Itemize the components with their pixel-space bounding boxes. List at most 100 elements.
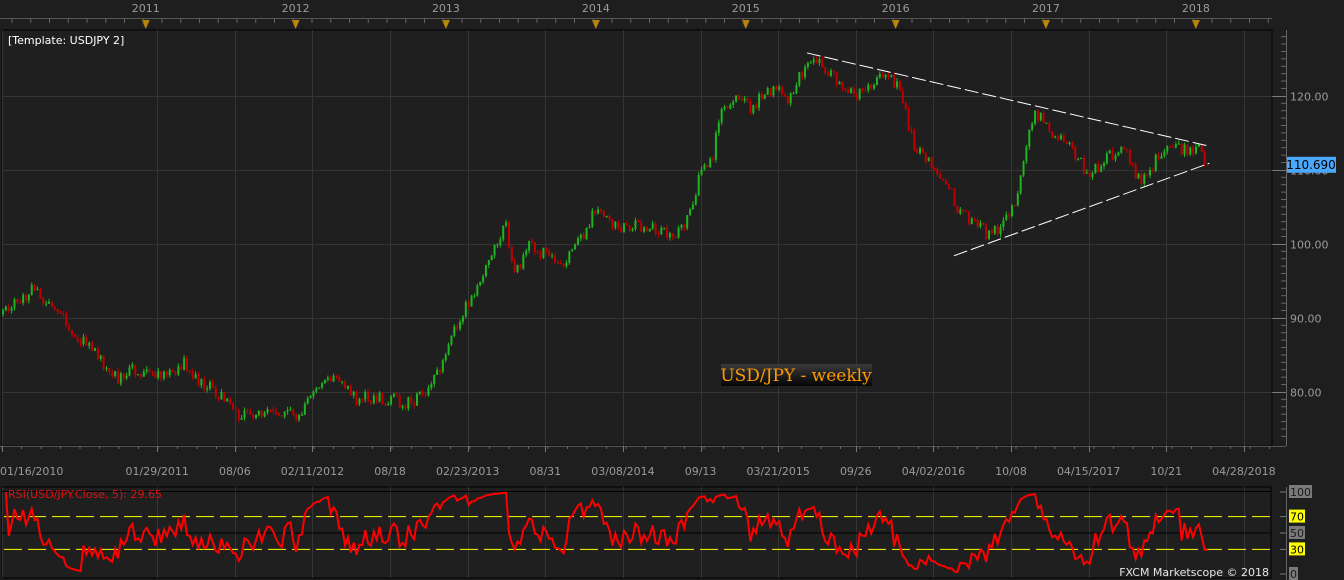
rsi-tick-label: 100: [1290, 486, 1311, 499]
candle-body: [844, 88, 847, 90]
candle-body: [809, 62, 812, 64]
candle-body: [280, 415, 283, 417]
year-label: 2018: [1182, 2, 1210, 15]
candle-body: [395, 393, 398, 396]
candle-body: [536, 251, 539, 253]
candle-body: [1034, 110, 1037, 124]
candle-body: [433, 374, 436, 385]
candle-body: [671, 233, 674, 237]
candle-body: [1077, 158, 1080, 160]
candle-body: [272, 409, 275, 412]
candle-body: [13, 299, 16, 308]
candle-body: [1134, 164, 1137, 179]
candle-body: [965, 211, 968, 213]
candle-body: [1140, 173, 1143, 184]
candle-body: [1088, 172, 1091, 177]
chart-title-box: USD/JPY - weekly: [720, 364, 872, 386]
candle-body: [450, 335, 453, 345]
candle-body: [539, 252, 542, 258]
candle-body: [401, 405, 404, 408]
candle: [697, 171, 700, 197]
candle-body: [269, 409, 272, 411]
candle-body: [893, 75, 896, 88]
candle-body: [677, 227, 680, 238]
candle-body: [720, 108, 723, 123]
candle-body: [309, 395, 312, 399]
candle-body: [91, 342, 94, 351]
candle: [476, 283, 479, 297]
candle-body: [737, 95, 740, 100]
candle: [226, 398, 229, 402]
candle-body: [709, 158, 712, 167]
candle-body: [680, 224, 683, 228]
candle-body: [1097, 164, 1100, 172]
candle-body: [1085, 172, 1088, 174]
candle-body: [525, 250, 528, 255]
candle-body: [700, 169, 703, 175]
price-chart[interactable]: 2011 2012 2013 2014 2015 2016 2017 2018 [Templa…: [0, 0, 1344, 580]
candle-body: [755, 105, 758, 108]
candle: [542, 247, 545, 259]
candle-body: [157, 371, 160, 378]
candle-body: [1149, 170, 1152, 176]
candle-body: [231, 403, 234, 409]
candle-body: [283, 411, 286, 417]
candle: [956, 205, 959, 214]
candle: [1034, 110, 1037, 126]
candle-body: [70, 330, 73, 335]
candle-body: [502, 225, 505, 240]
candle-body: [1002, 220, 1005, 228]
candle: [927, 157, 930, 162]
candle-body: [660, 228, 663, 235]
candle-body: [829, 70, 832, 76]
candle-body: [1013, 205, 1016, 207]
candle: [381, 392, 384, 405]
candle: [1123, 146, 1126, 150]
year-label: 2017: [1032, 2, 1060, 15]
candle-body: [125, 375, 128, 379]
candle-body: [364, 392, 367, 400]
candle-body: [459, 321, 462, 329]
candle-body: [783, 95, 786, 97]
candle-body: [355, 391, 358, 404]
candle-body: [824, 67, 827, 74]
candle-body: [827, 73, 830, 76]
candle-body: [1028, 129, 1031, 147]
candle-body: [691, 204, 694, 210]
candle-body: [551, 255, 554, 257]
candle-body: [277, 413, 280, 416]
candle-body: [1036, 110, 1039, 121]
candle-body: [717, 122, 720, 133]
candle-body: [53, 306, 56, 310]
candle-body: [758, 93, 761, 108]
candle-body: [740, 99, 743, 101]
candle-body: [137, 374, 140, 376]
candle-body: [493, 244, 496, 256]
candle: [585, 227, 588, 241]
candle-body: [729, 104, 732, 109]
candle-body: [806, 62, 809, 67]
candle-body: [594, 211, 597, 214]
candle-body: [1091, 172, 1094, 177]
candle-body: [372, 395, 375, 404]
candle: [441, 358, 444, 374]
candle-body: [335, 375, 338, 377]
candle-body: [79, 341, 82, 345]
year-label: 2015: [732, 2, 760, 15]
candle-body: [292, 409, 295, 415]
candle-body: [122, 373, 125, 379]
year-label: 2016: [882, 2, 910, 15]
candle: [1045, 122, 1048, 124]
candle-body: [214, 387, 217, 397]
candle-body: [1174, 144, 1177, 148]
candle-body: [326, 377, 329, 380]
candle-body: [841, 82, 844, 89]
candle-body: [476, 285, 479, 296]
candle-body: [1166, 146, 1169, 152]
candle-body: [203, 379, 206, 390]
candle: [988, 229, 991, 241]
price-plot-area[interactable]: [1, 29, 1273, 447]
candle-body: [257, 410, 260, 415]
candle-body: [441, 360, 444, 372]
candle-body: [145, 369, 148, 372]
